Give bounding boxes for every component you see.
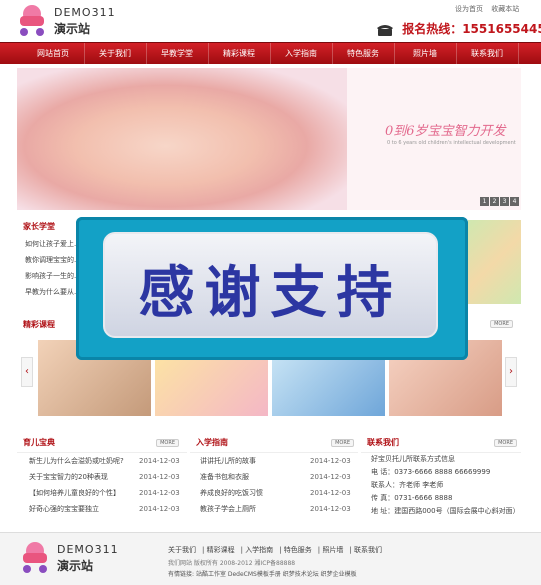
- list-item[interactable]: 关于宝宝智力的20种表现 2014-12-03: [29, 469, 187, 485]
- overlay-text: 感谢支持: [138, 261, 403, 326]
- gallery-prev-arrow[interactable]: ‹: [21, 357, 33, 387]
- banner-page-3[interactable]: 3: [500, 197, 509, 206]
- set-homepage-link[interactable]: 设为首页: [455, 5, 483, 13]
- baby-photo: [17, 68, 347, 210]
- contact-line: 地 址：建国西路000号（国际会展中心斜对面）: [371, 507, 520, 515]
- banner-page-2[interactable]: 2: [490, 197, 499, 206]
- footer: DEMO311 演示站 关于我们 | 精彩课程 | 入学指南 | 特色服务 | 照片墙 |…: [0, 532, 541, 585]
- nav-contact[interactable]: 联系我们: [457, 43, 519, 65]
- site-logo[interactable]: DEMO311 演示站: [14, 2, 116, 40]
- contact-line: 好宝贝托儿所联系方式信息: [371, 455, 455, 463]
- footer-link-courses[interactable]: 精彩课程: [207, 546, 235, 554]
- list-item[interactable]: 养成良好的吃饭习惯 2014-12-03: [200, 485, 358, 501]
- list-item[interactable]: 好奇心强的宝宝要独立 2014-12-03: [29, 501, 187, 517]
- banner-page-1[interactable]: 1: [480, 197, 489, 206]
- footer-link-services[interactable]: 特色服务: [284, 546, 312, 554]
- footer-links: 关于我们 | 精彩课程 | 入学指南 | 特色服务 | 照片墙 | 联系我们: [168, 546, 382, 554]
- footer-link-photos[interactable]: 照片墙: [322, 546, 343, 554]
- nav-courses[interactable]: 精彩课程: [209, 43, 271, 65]
- logo-brand: DEMO311: [54, 6, 116, 19]
- baby-book-section: 育儿宝典 MORE 新生儿为什么会溢奶或吐奶呢? 2014-12-03 关于宝宝智…: [17, 433, 187, 523]
- nav-photo-wall[interactable]: 照片墙: [395, 43, 457, 65]
- nav-admission-guide[interactable]: 入学指南: [271, 43, 333, 65]
- main-nav: 网站首页 关于我们 早教学堂 精彩课程 入学指南 特色服务 照片墙 联系我们: [0, 42, 541, 65]
- list-item[interactable]: 如何让孩子爱上...: [25, 236, 77, 252]
- page: DEMO311 演示站 设为首页 收藏本站 报名热线：15516554455 网…: [0, 0, 541, 585]
- stroller-logo-icon: [23, 542, 47, 573]
- friend-links: 有情链接: 站酷工作室 DedeCMS模板手册 织梦技术论坛 织梦企业模板: [168, 569, 357, 578]
- footer-logo-subtitle: 演示站: [57, 559, 94, 573]
- nav-early-education[interactable]: 早教学堂: [147, 43, 209, 65]
- bookmark-link[interactable]: 收藏本站: [491, 5, 519, 13]
- contact-section: 联系我们 MORE 好宝贝托儿所联系方式信息 电 话：0373-6666 888…: [361, 433, 521, 523]
- footer-link-guide[interactable]: 入学指南: [245, 546, 273, 554]
- banner-tagline: 0到6岁宝宝智力开发: [385, 124, 506, 139]
- top-links: 设为首页 收藏本站: [455, 4, 525, 14]
- parents-section: 家长学堂 如何让孩子爱上... 教你调理宝宝的... 影响孩子一生的... 早教…: [17, 217, 77, 309]
- contact-line: 电 话：0373-6666 8888 66669999: [371, 468, 491, 476]
- header: DEMO311 演示站 设为首页 收藏本站 报名热线：15516554455: [0, 0, 541, 42]
- friend-links-list[interactable]: 站酷工作室 DedeCMS模板手册 织梦技术论坛 织梦企业模板: [196, 571, 357, 578]
- contact-line: 传 真：0731-6666 8888: [371, 494, 453, 502]
- list-item[interactable]: 影响孩子一生的...: [25, 268, 77, 284]
- guide-more-button[interactable]: MORE: [331, 439, 354, 447]
- hotline-number: 15516554455: [462, 22, 541, 36]
- courses-more-button[interactable]: MORE: [490, 320, 513, 328]
- contact-more-button[interactable]: MORE: [494, 439, 517, 447]
- thank-you-overlay: 感谢支持: [76, 217, 468, 360]
- contact-line: 联系人：齐老师 李老师: [371, 481, 444, 489]
- overlay-panel: 感谢支持: [103, 232, 438, 338]
- footer-link-about[interactable]: 关于我们: [168, 546, 196, 554]
- stroller-logo-icon: [20, 5, 44, 36]
- hotline: 报名热线：15516554455: [376, 20, 541, 37]
- hotline-label: 报名热线：: [402, 22, 463, 36]
- banner-pager: 1 2 3 4: [480, 197, 519, 206]
- logo-subtitle: 演示站: [54, 22, 91, 36]
- nav-about[interactable]: 关于我们: [85, 43, 147, 65]
- banner-page-4[interactable]: 4: [510, 197, 519, 206]
- nav-services[interactable]: 特色服务: [333, 43, 395, 65]
- list-item[interactable]: 教你调理宝宝的...: [25, 252, 77, 268]
- footer-logo[interactable]: DEMO311 演示站: [17, 539, 127, 579]
- list-item[interactable]: 准备书包和衣服 2014-12-03: [200, 469, 358, 485]
- gallery-next-arrow[interactable]: ›: [505, 357, 517, 387]
- banner-tagline-english: 0 to 6 years old children's intellectual…: [387, 140, 516, 146]
- list-item[interactable]: 讲讲托儿所的故事 2014-12-03: [200, 453, 358, 469]
- parents-title: 家长学堂: [23, 222, 55, 231]
- list-item[interactable]: 【如何培养儿童良好的个性】 2014-12-03: [29, 485, 187, 501]
- list-item[interactable]: 教孩子学会上厕所 2014-12-03: [200, 501, 358, 517]
- friend-links-label: 有情链接:: [168, 571, 195, 578]
- telephone-icon: [377, 24, 393, 36]
- copyright: 我们网站 版权所有 2008-2012 湘ICP备88888: [168, 560, 296, 567]
- list-item[interactable]: 新生儿为什么会溢奶或吐奶呢? 2014-12-03: [29, 453, 187, 469]
- nav-home[interactable]: 网站首页: [23, 43, 85, 65]
- list-item[interactable]: 早教为什么要从...: [25, 284, 77, 300]
- footer-logo-brand: DEMO311: [57, 543, 119, 556]
- footer-link-contact[interactable]: 联系我们: [354, 546, 382, 554]
- side-image: [468, 220, 521, 304]
- guide-section: 入学指南 MORE 讲讲托儿所的故事 2014-12-03 准备书包和衣服 2014…: [190, 433, 358, 523]
- baby-book-more-button[interactable]: MORE: [156, 439, 179, 447]
- hero-banner[interactable]: 0到6岁宝宝智力开发 0 to 6 years old children's i…: [17, 68, 521, 210]
